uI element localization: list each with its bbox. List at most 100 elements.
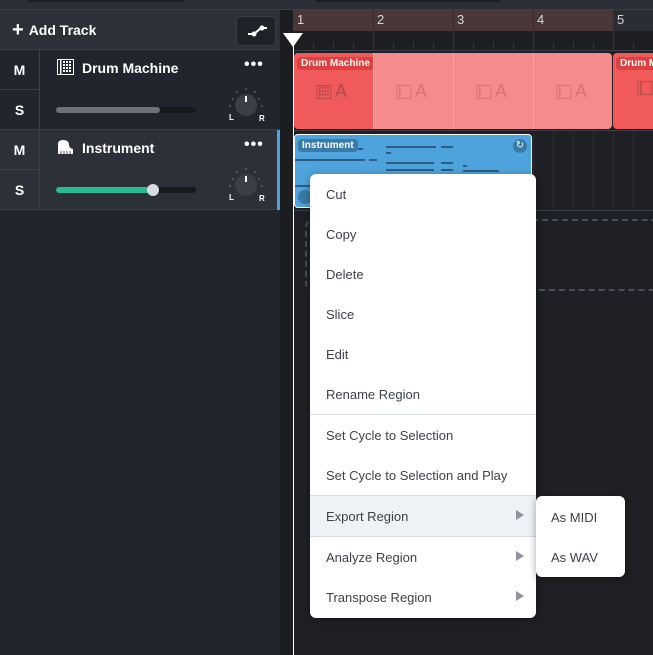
menu-item-delete[interactable]: Delete — [310, 254, 536, 294]
lane-drum-machine[interactable]: Drum Machine A A A A Drum Machine — [293, 51, 653, 131]
add-track-button[interactable]: + Add Track — [12, 19, 97, 41]
drum-region[interactable]: Drum Machine — [613, 53, 653, 129]
export-submenu: As MIDI As WAV — [536, 496, 625, 577]
submenu-item-as-midi[interactable]: As MIDI — [536, 497, 625, 537]
menu-item-analyze-region[interactable]: Analyze Region — [310, 537, 536, 577]
plus-icon: + — [12, 19, 24, 41]
grid-line — [593, 131, 594, 210]
track-more-button[interactable]: ••• — [244, 56, 264, 74]
grid-line — [553, 131, 554, 210]
menu-item-edit[interactable]: Edit — [310, 334, 536, 374]
menu-item-export-region[interactable]: Export Region — [310, 496, 536, 536]
bar-number: 1 — [297, 12, 305, 27]
menu-item-cut[interactable]: Cut — [310, 174, 536, 214]
bar-number: 4 — [537, 12, 545, 27]
pattern-label: A — [415, 81, 428, 101]
beat-tick — [613, 30, 614, 50]
automation-toggle-button[interactable] — [236, 16, 276, 46]
pattern-label: A — [575, 81, 588, 101]
beat-tick — [413, 42, 414, 50]
bar-number: 3 — [457, 12, 465, 27]
beat-tick — [573, 42, 574, 50]
volume-slider[interactable] — [56, 184, 196, 196]
track-drum-machine[interactable]: M S Drum Machine ••• L R — [0, 50, 280, 130]
beat-tick — [473, 42, 474, 50]
playhead-handle[interactable] — [283, 33, 303, 47]
submenu-item-as-wav[interactable]: As WAV — [536, 537, 625, 577]
pan-right-label: R — [259, 114, 265, 122]
beat-tick — [373, 30, 374, 50]
region-name: Instrument — [298, 139, 358, 152]
beat-tick — [433, 42, 434, 50]
pan-knob[interactable]: L R — [226, 166, 266, 202]
pattern-label: A — [495, 81, 508, 101]
beat-tick — [593, 42, 594, 50]
volume-slider-thumb[interactable] — [146, 184, 159, 196]
mute-button[interactable]: M — [0, 50, 39, 90]
volume-fill — [56, 187, 153, 193]
region-name: Drum Machine — [616, 57, 653, 70]
drum-grid-icon — [316, 84, 332, 99]
pan-knob[interactable]: L R — [226, 86, 266, 122]
beat-tick — [313, 42, 314, 50]
drum-region-loop[interactable]: A — [453, 53, 533, 129]
track-name[interactable]: Instrument — [82, 140, 154, 156]
drum-region[interactable]: Drum Machine A — [294, 53, 374, 129]
menu-item-rename-region[interactable]: Rename Region — [310, 374, 536, 414]
beat-tick — [393, 42, 394, 50]
drum-grid-icon — [57, 59, 74, 75]
drum-region-loop[interactable]: A — [533, 53, 612, 129]
region-context-menu: Cut Copy Delete Slice Edit Rename Region… — [310, 174, 536, 618]
add-track-label: Add Track — [28, 22, 97, 38]
drum-grid-icon — [476, 84, 492, 99]
bar-number: 2 — [377, 12, 385, 27]
drum-region-loop[interactable]: A — [373, 53, 453, 129]
drum-grid-icon — [556, 84, 572, 99]
automation-curve-icon — [248, 25, 267, 37]
top-toolbar-strip — [0, 0, 653, 10]
drum-grid-icon — [637, 81, 653, 95]
beat-tick — [533, 30, 534, 50]
pan-left-label: L — [229, 113, 234, 122]
grid-line — [573, 131, 574, 210]
menu-item-copy[interactable]: Copy — [310, 214, 536, 254]
menu-item-transpose-region[interactable]: Transpose Region — [310, 577, 536, 617]
submenu-arrow-icon — [516, 551, 524, 561]
panel-divider[interactable] — [280, 10, 293, 655]
track-name[interactable]: Drum Machine — [82, 60, 178, 76]
beat-tick — [633, 42, 634, 50]
menu-item-label: Export Region — [326, 508, 409, 524]
track-list-panel: + Add Track M S Drum Machine ••• L R M S… — [0, 10, 280, 655]
beat-tick — [513, 42, 514, 50]
pattern-label: A — [335, 81, 348, 101]
track-instrument[interactable]: M S Instrument ••• L R — [0, 130, 280, 210]
beat-tick — [353, 42, 354, 50]
menu-item-set-cycle-and-play[interactable]: Set Cycle to Selection and Play — [310, 455, 536, 495]
mute-button[interactable]: M — [0, 130, 39, 170]
track-list-header: + Add Track — [0, 10, 280, 50]
pan-right-label: R — [259, 194, 265, 202]
beat-ruler[interactable] — [293, 30, 653, 51]
grid-line — [613, 131, 614, 210]
solo-button[interactable]: S — [0, 90, 39, 130]
bar-ruler[interactable]: 1 2 3 4 5 — [293, 10, 653, 31]
region-name: Drum Machine — [297, 57, 374, 70]
submenu-arrow-icon — [516, 510, 524, 520]
drum-grid-icon — [396, 84, 412, 99]
volume-slider[interactable] — [56, 107, 196, 113]
menu-item-label: Analyze Region — [326, 549, 418, 565]
solo-button[interactable]: S — [0, 170, 39, 210]
track-more-button[interactable]: ••• — [244, 136, 264, 154]
playhead-line — [293, 40, 294, 655]
menu-item-slice[interactable]: Slice — [310, 294, 536, 334]
menu-item-label: Transpose Region — [326, 589, 432, 605]
piano-icon — [58, 140, 73, 154]
beat-tick — [333, 42, 334, 50]
beat-tick — [493, 42, 494, 50]
bar-number: 5 — [617, 12, 625, 27]
beat-tick — [553, 42, 554, 50]
loop-icon[interactable]: ↻ — [513, 139, 527, 153]
beat-tick — [453, 30, 454, 50]
submenu-arrow-icon — [516, 591, 524, 601]
menu-item-set-cycle[interactable]: Set Cycle to Selection — [310, 415, 536, 455]
